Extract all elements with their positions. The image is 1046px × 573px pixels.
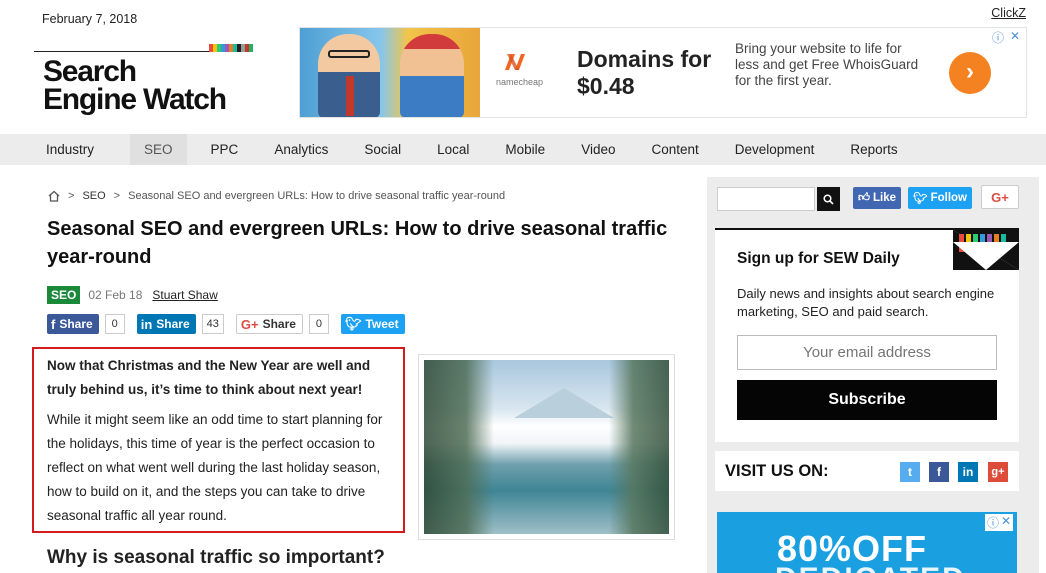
nav-item-ppc[interactable]: PPC bbox=[211, 134, 239, 165]
article-title: Seasonal SEO and evergreen URLs: How to … bbox=[47, 218, 668, 268]
article-lead-highlight: Now that Christmas and the New Year are … bbox=[32, 347, 405, 533]
tweet-label: Tweet bbox=[365, 317, 399, 331]
lead-text: While it might seem like an odd time to … bbox=[47, 412, 383, 523]
twitter-icon[interactable]: t bbox=[900, 462, 920, 482]
facebook-icon: f bbox=[51, 316, 56, 332]
namecheap-logo-icon bbox=[505, 54, 525, 70]
google-plus-button[interactable]: G+ bbox=[981, 185, 1019, 209]
home-icon[interactable] bbox=[48, 190, 60, 202]
arrow-right-icon[interactable]: › bbox=[949, 52, 991, 94]
sidebar-ad-subline: DEDICATED bbox=[775, 562, 966, 573]
signup-description: Daily news and insights about search eng… bbox=[737, 286, 995, 319]
subscribe-button[interactable]: Subscribe bbox=[737, 380, 997, 420]
breadcrumb-separator: > bbox=[68, 190, 75, 202]
article-meta: SEO 02 Feb 18 Stuart Shaw bbox=[47, 286, 218, 304]
ad-brand: namecheap bbox=[496, 77, 544, 87]
follow-label: Follow bbox=[930, 192, 968, 204]
share-bar: f Share 0 in Share 43 G+ Share 0 🐦︎ Tweet bbox=[47, 314, 405, 334]
nav-item-content[interactable]: Content bbox=[651, 134, 698, 165]
nav-item-local[interactable]: Local bbox=[437, 134, 469, 165]
linkedin-share-count: 43 bbox=[201, 314, 224, 334]
nav-item-social[interactable]: Social bbox=[364, 134, 401, 165]
article-image bbox=[418, 354, 675, 540]
thumbs-up-icon: 👍︎ bbox=[857, 192, 870, 204]
linkedin-share-button[interactable]: in Share bbox=[136, 314, 196, 334]
facebook-icon[interactable]: f bbox=[929, 462, 949, 482]
sidebar-ad-choices[interactable]: ⓘ ✕ bbox=[985, 514, 1014, 531]
facebook-share-button[interactable]: f Share bbox=[47, 314, 99, 334]
logo-rule bbox=[34, 51, 210, 52]
main-nav: Industry SEO PPC Analytics Social Local Mobile… bbox=[0, 134, 1046, 165]
breadcrumb-section[interactable]: SEO bbox=[82, 190, 105, 202]
sew-corner-logo-icon bbox=[953, 230, 1019, 270]
twitter-follow-button[interactable]: 🐦︎ Follow bbox=[908, 187, 972, 209]
ad-description: Bring your website to life for less and … bbox=[735, 41, 919, 88]
lead-bold-text: Now that Christmas and the New Year are … bbox=[47, 358, 371, 397]
nav-item-mobile[interactable]: Mobile bbox=[505, 134, 545, 165]
logo-color-bars bbox=[209, 44, 253, 52]
search-button[interactable] bbox=[817, 187, 840, 211]
nav-item-industry[interactable]: Industry bbox=[46, 134, 94, 165]
breadcrumb: > SEO > Seasonal SEO and evergreen URLs:… bbox=[48, 190, 505, 202]
search-icon bbox=[823, 193, 834, 205]
close-icon[interactable]: ✕ bbox=[1010, 29, 1020, 46]
linkedin-share-label: Share bbox=[156, 317, 190, 331]
google-plus-icon: G+ bbox=[240, 316, 259, 332]
info-icon[interactable]: ⓘ bbox=[987, 514, 999, 531]
logo-line-1: Search bbox=[43, 55, 137, 88]
ad-title: Domains for $0.48 bbox=[577, 46, 712, 99]
visit-us-label: VISIT US ON: bbox=[725, 462, 829, 480]
logo-color-bar bbox=[249, 44, 253, 52]
header-date: February 7, 2018 bbox=[42, 12, 138, 26]
facebook-share-label: Share bbox=[59, 317, 93, 331]
info-icon[interactable]: ⓘ bbox=[992, 29, 1004, 46]
close-icon[interactable]: ✕ bbox=[1001, 514, 1011, 531]
logo-line-2: Engine Watch bbox=[43, 83, 227, 116]
site-logo[interactable]: Search Engine Watch bbox=[43, 55, 227, 116]
google-share-button[interactable]: G+ Share bbox=[235, 314, 303, 334]
nav-item-analytics[interactable]: Analytics bbox=[274, 134, 328, 165]
google-share-count: 0 bbox=[308, 314, 329, 334]
linkedin-icon[interactable]: in bbox=[958, 462, 978, 482]
category-badge[interactable]: SEO bbox=[47, 286, 81, 304]
ad-banner[interactable]: namecheap Domains for $0.48 Bring your w… bbox=[299, 27, 1027, 118]
nav-item-reports[interactable]: Reports bbox=[850, 134, 897, 165]
nav-item-development[interactable]: Development bbox=[735, 134, 815, 165]
like-label: Like bbox=[873, 192, 897, 204]
article-subheading: Why is seasonal traffic so important? bbox=[47, 547, 385, 568]
twitter-icon: 🐦︎ bbox=[912, 193, 928, 205]
article-date: 02 Feb 18 bbox=[88, 288, 143, 302]
search-input[interactable] bbox=[717, 187, 815, 211]
signup-title: Sign up for SEW Daily bbox=[737, 250, 900, 267]
google-plus-icon[interactable]: g+ bbox=[988, 462, 1008, 482]
author-link[interactable]: Stuart Shaw bbox=[152, 288, 217, 302]
breadcrumb-current: Seasonal SEO and evergreen URLs: How to … bbox=[128, 190, 506, 202]
facebook-like-button[interactable]: 👍︎ Like bbox=[853, 187, 901, 209]
ad-illustration bbox=[300, 28, 480, 117]
facebook-share-count: 0 bbox=[104, 314, 125, 334]
ad-choices[interactable]: ⓘ ✕ bbox=[992, 29, 1020, 46]
linkedin-icon: in bbox=[140, 316, 153, 332]
nav-item-video[interactable]: Video bbox=[581, 134, 615, 165]
google-share-label: Share bbox=[262, 317, 296, 331]
twitter-icon: 🐦︎ bbox=[344, 316, 362, 331]
twitter-tweet-button[interactable]: 🐦︎ Tweet bbox=[340, 314, 405, 334]
email-field[interactable] bbox=[737, 335, 997, 370]
clickz-link[interactable]: ClickZ bbox=[991, 6, 1026, 20]
breadcrumb-separator: > bbox=[113, 190, 121, 202]
nav-item-seo[interactable]: SEO bbox=[130, 134, 187, 165]
